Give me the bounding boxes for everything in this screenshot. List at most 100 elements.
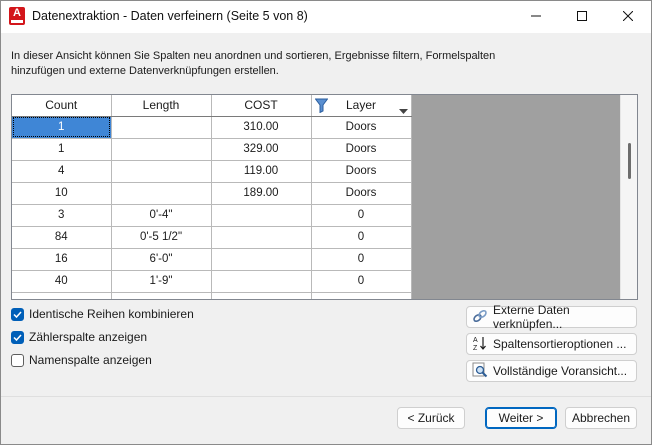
cell-count[interactable]: 4 bbox=[12, 160, 112, 183]
cell-count[interactable]: 40 bbox=[12, 270, 112, 293]
back-button[interactable]: < Zurück bbox=[397, 407, 465, 429]
cell-length[interactable]: 0'-5 1/2" bbox=[111, 226, 212, 249]
show-count-column-checkbox[interactable]: Zählerspalte anzeigen bbox=[11, 330, 147, 344]
next-button[interactable]: Weiter > bbox=[485, 407, 557, 429]
autocad-app-icon: A bbox=[9, 7, 25, 25]
combine-identical-rows-checkbox[interactable]: Identische Reihen kombinieren bbox=[11, 307, 194, 321]
scrollbar-thumb[interactable] bbox=[628, 143, 631, 179]
data-table: Count Length COST Layer 1 310.00 Doors 1… bbox=[12, 95, 412, 299]
title-bar: A Datenextraktion - Daten verfeinern (Se… bbox=[1, 1, 651, 33]
maximize-button[interactable] bbox=[559, 1, 605, 33]
cell-count[interactable]: 16 bbox=[12, 248, 112, 271]
column-header-label: Count bbox=[45, 98, 78, 113]
column-sort-options-button[interactable]: AZ Spaltensortieroptionen ... bbox=[466, 333, 637, 355]
cell-cost[interactable]: 189.00 bbox=[211, 182, 312, 205]
checkbox-label: Identische Reihen kombinieren bbox=[29, 307, 194, 321]
cell-cost[interactable] bbox=[211, 292, 312, 299]
window-title: Datenextraktion - Daten verfeinern (Seit… bbox=[32, 9, 308, 23]
maximize-icon bbox=[577, 11, 587, 21]
vertical-scrollbar[interactable] bbox=[620, 95, 637, 299]
cell-layer[interactable]: Doors bbox=[311, 160, 412, 183]
svg-text:Z: Z bbox=[473, 345, 478, 351]
checkbox-label: Namenspalte anzeigen bbox=[29, 353, 152, 367]
checkbox-checked-icon bbox=[11, 330, 24, 344]
table-row[interactable]: 10 189.00 Doors bbox=[12, 182, 412, 205]
close-button[interactable] bbox=[605, 1, 651, 33]
dialog-body: In dieser Ansicht können Sie Spalten neu… bbox=[1, 33, 651, 444]
column-header-label: Layer bbox=[345, 98, 377, 113]
close-icon bbox=[622, 10, 634, 22]
cell-length[interactable] bbox=[111, 182, 212, 205]
table-row[interactable]: 1 329.00 Doors bbox=[12, 138, 412, 161]
link-icon bbox=[472, 308, 488, 327]
cell-layer[interactable]: 0 bbox=[311, 248, 412, 271]
button-label: < Zurück bbox=[407, 411, 455, 425]
cell-layer[interactable]: 0 bbox=[311, 204, 412, 227]
cell-length[interactable] bbox=[111, 138, 212, 161]
cell-layer[interactable] bbox=[311, 292, 412, 299]
table-row[interactable]: 4 119.00 Doors bbox=[12, 160, 412, 183]
cell-length[interactable]: 0'-4" bbox=[111, 204, 212, 227]
cell-layer[interactable]: 0 bbox=[311, 270, 412, 293]
cell-cost[interactable]: 329.00 bbox=[211, 138, 312, 161]
cell-cost[interactable] bbox=[211, 270, 312, 293]
button-label: Abbrechen bbox=[571, 411, 631, 425]
cell-layer[interactable]: 0 bbox=[311, 226, 412, 249]
cell-count[interactable]: 84 bbox=[12, 226, 112, 249]
app-icon-letter: A bbox=[13, 7, 21, 19]
checkbox-label: Zählerspalte anzeigen bbox=[29, 330, 148, 344]
cell-count[interactable]: 10 bbox=[12, 182, 112, 205]
table-row[interactable]: 40 1'-9" 0 bbox=[12, 270, 412, 293]
cell-length[interactable] bbox=[111, 116, 212, 139]
cancel-button[interactable]: Abbrechen bbox=[565, 407, 637, 429]
cell-layer[interactable]: Doors bbox=[311, 182, 412, 205]
chevron-down-icon[interactable] bbox=[398, 103, 408, 117]
cell-cost[interactable] bbox=[211, 204, 312, 227]
filter-icon[interactable] bbox=[314, 98, 328, 116]
button-label: Weiter > bbox=[498, 411, 544, 425]
cell-count[interactable]: 3 bbox=[12, 204, 112, 227]
table-row[interactable]: 3 0'-4" 0 bbox=[12, 204, 412, 227]
link-external-data-button[interactable]: Externe Daten verknüpfen... bbox=[466, 303, 637, 331]
table-row[interactable]: 16 6'-0" 0 bbox=[12, 248, 412, 271]
data-grid-content: Count Length COST Layer 1 310.00 Doors 1… bbox=[12, 95, 412, 299]
button-label: Vollständige Voransicht... bbox=[493, 364, 628, 378]
cell-cost[interactable] bbox=[211, 226, 312, 249]
cell-count[interactable]: 1 bbox=[12, 138, 112, 161]
table-row[interactable]: 1 310.00 Doors bbox=[12, 116, 412, 139]
button-label: Spaltensortieroptionen ... bbox=[493, 337, 627, 351]
button-label: Externe Daten verknüpfen... bbox=[493, 303, 570, 331]
data-extraction-dialog: A Datenextraktion - Daten verfeinern (Se… bbox=[0, 0, 652, 445]
cell-length[interactable]: 1'-9" bbox=[111, 270, 212, 293]
sort-az-icon: AZ bbox=[472, 335, 488, 354]
cell-count[interactable] bbox=[12, 292, 112, 299]
data-grid[interactable]: Count Length COST Layer 1 310.00 Doors 1… bbox=[11, 94, 638, 300]
cell-layer[interactable]: Doors bbox=[311, 116, 412, 139]
cell-cost[interactable]: 310.00 bbox=[211, 116, 312, 139]
column-header-length[interactable]: Length bbox=[111, 95, 212, 117]
show-name-column-checkbox[interactable]: Namenspalte anzeigen bbox=[11, 353, 152, 367]
cell-length[interactable] bbox=[111, 292, 212, 299]
column-header-cost[interactable]: COST bbox=[211, 95, 312, 117]
cell-length[interactable]: 6'-0" bbox=[111, 248, 212, 271]
cell-length[interactable] bbox=[111, 160, 212, 183]
cell-cost[interactable] bbox=[211, 248, 312, 271]
page-description: In dieser Ansicht können Sie Spalten neu… bbox=[11, 50, 496, 77]
minimize-icon bbox=[531, 15, 541, 17]
minimize-button[interactable] bbox=[513, 1, 559, 33]
checkbox-checked-icon bbox=[11, 307, 24, 321]
column-header-label: COST bbox=[244, 98, 278, 113]
checkbox-unchecked-icon bbox=[11, 353, 24, 367]
data-table-body: 1 310.00 Doors 1 329.00 Doors 4 119.00 Doors 10 18… bbox=[12, 116, 412, 299]
cell-layer[interactable]: Doors bbox=[311, 138, 412, 161]
table-row[interactable]: 84 0'-5 1/2" 0 bbox=[12, 226, 412, 249]
svg-text:A: A bbox=[473, 337, 478, 344]
cell-cost[interactable]: 119.00 bbox=[211, 160, 312, 183]
table-row[interactable] bbox=[12, 292, 412, 299]
column-header-layer[interactable]: Layer bbox=[311, 95, 412, 117]
footer-separator bbox=[1, 396, 651, 397]
full-preview-button[interactable]: Vollständige Voransicht... bbox=[466, 360, 637, 382]
cell-count[interactable]: 1 bbox=[12, 116, 112, 139]
column-header-count[interactable]: Count bbox=[12, 95, 112, 117]
column-header-label: Length bbox=[142, 98, 180, 113]
